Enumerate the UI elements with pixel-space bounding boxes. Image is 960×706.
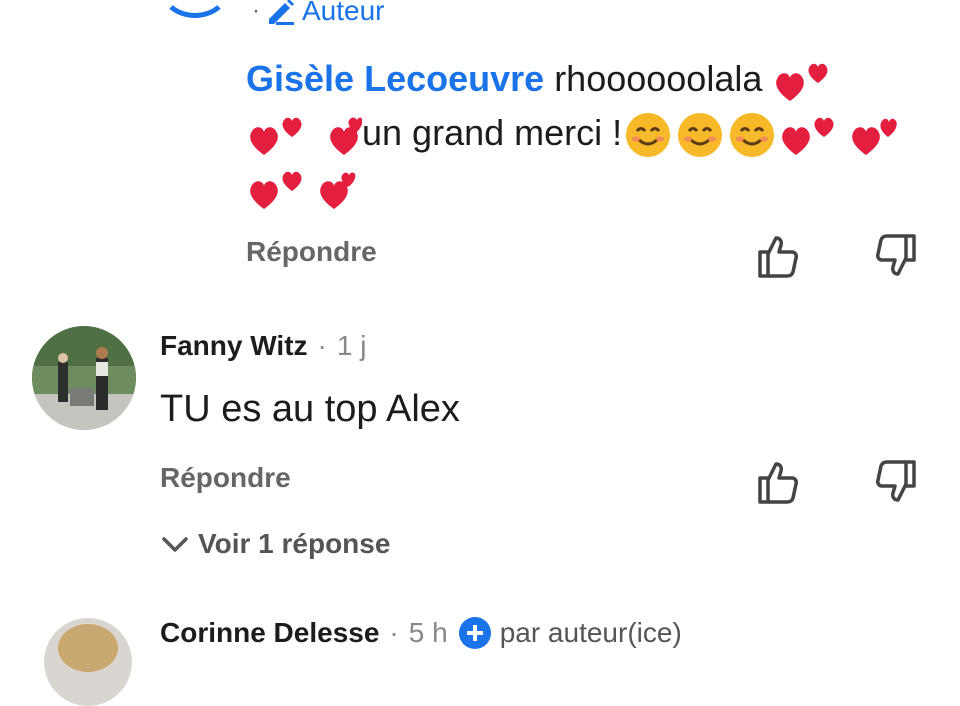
thumbs-down-icon[interactable] (872, 458, 920, 506)
thumbs-down-icon[interactable] (872, 232, 920, 280)
top-avatar-partial[interactable] (160, 0, 230, 18)
author-badge-label: Auteur (302, 0, 385, 26)
separator-dot: · (389, 617, 399, 648)
smiling-face-emoji (728, 111, 776, 159)
pencil-icon (269, 0, 294, 25)
avatar[interactable] (32, 326, 136, 430)
red-hearts-emoji (778, 111, 848, 159)
chevron-down-icon (162, 537, 188, 552)
comment-author-name[interactable]: Corinne Delesse (160, 617, 379, 649)
red-hearts-emoji (326, 111, 363, 159)
red-hearts-emoji (316, 165, 356, 213)
plus-badge-icon (458, 617, 491, 649)
comment-text: TU es au top Alex (160, 388, 460, 430)
separator-dot: · (317, 330, 327, 361)
thumbs-up-icon[interactable] (754, 458, 802, 506)
badge-label: par auteur(ice) (499, 617, 682, 648)
reply-text-line1: rhoooooolala (554, 58, 763, 99)
author-badge-row: · Auteur (252, 0, 385, 28)
reply-text-line2: un grand merci ! (362, 112, 623, 153)
red-hearts-emoji (246, 165, 316, 213)
see-replies-label: Voir 1 réponse (198, 528, 391, 559)
reply-button[interactable]: Répondre (160, 462, 291, 494)
bottom-comment-header: Corinne Delesse · 5 h par auteur(ice) (160, 616, 682, 650)
reply-button[interactable]: Répondre (246, 236, 377, 268)
red-hearts-emoji (848, 111, 898, 159)
smiling-face-emoji (624, 111, 672, 159)
see-replies-button[interactable]: Voir 1 réponse (160, 528, 390, 560)
liked-by-author-badge: par auteur(ice) (458, 616, 682, 650)
thumbs-up-icon[interactable] (754, 232, 802, 280)
red-hearts-emoji (246, 111, 316, 159)
comment-timestamp: 5 h (408, 617, 448, 648)
red-hearts-emoji (772, 57, 842, 105)
reply-author-name[interactable]: Gisèle Lecoeuvre (246, 58, 544, 99)
comment-timestamp: 1 j (336, 330, 367, 361)
comment-author-name[interactable]: Fanny Witz (160, 330, 308, 362)
smiling-face-emoji (676, 111, 724, 159)
avatar[interactable] (44, 618, 132, 706)
comment-header: Fanny Witz · 1 j (160, 330, 366, 362)
reply-text-block: Gisèle Lecoeuvre rhoooooolala un grand m… (246, 52, 936, 214)
separator-dot: · (252, 0, 260, 24)
